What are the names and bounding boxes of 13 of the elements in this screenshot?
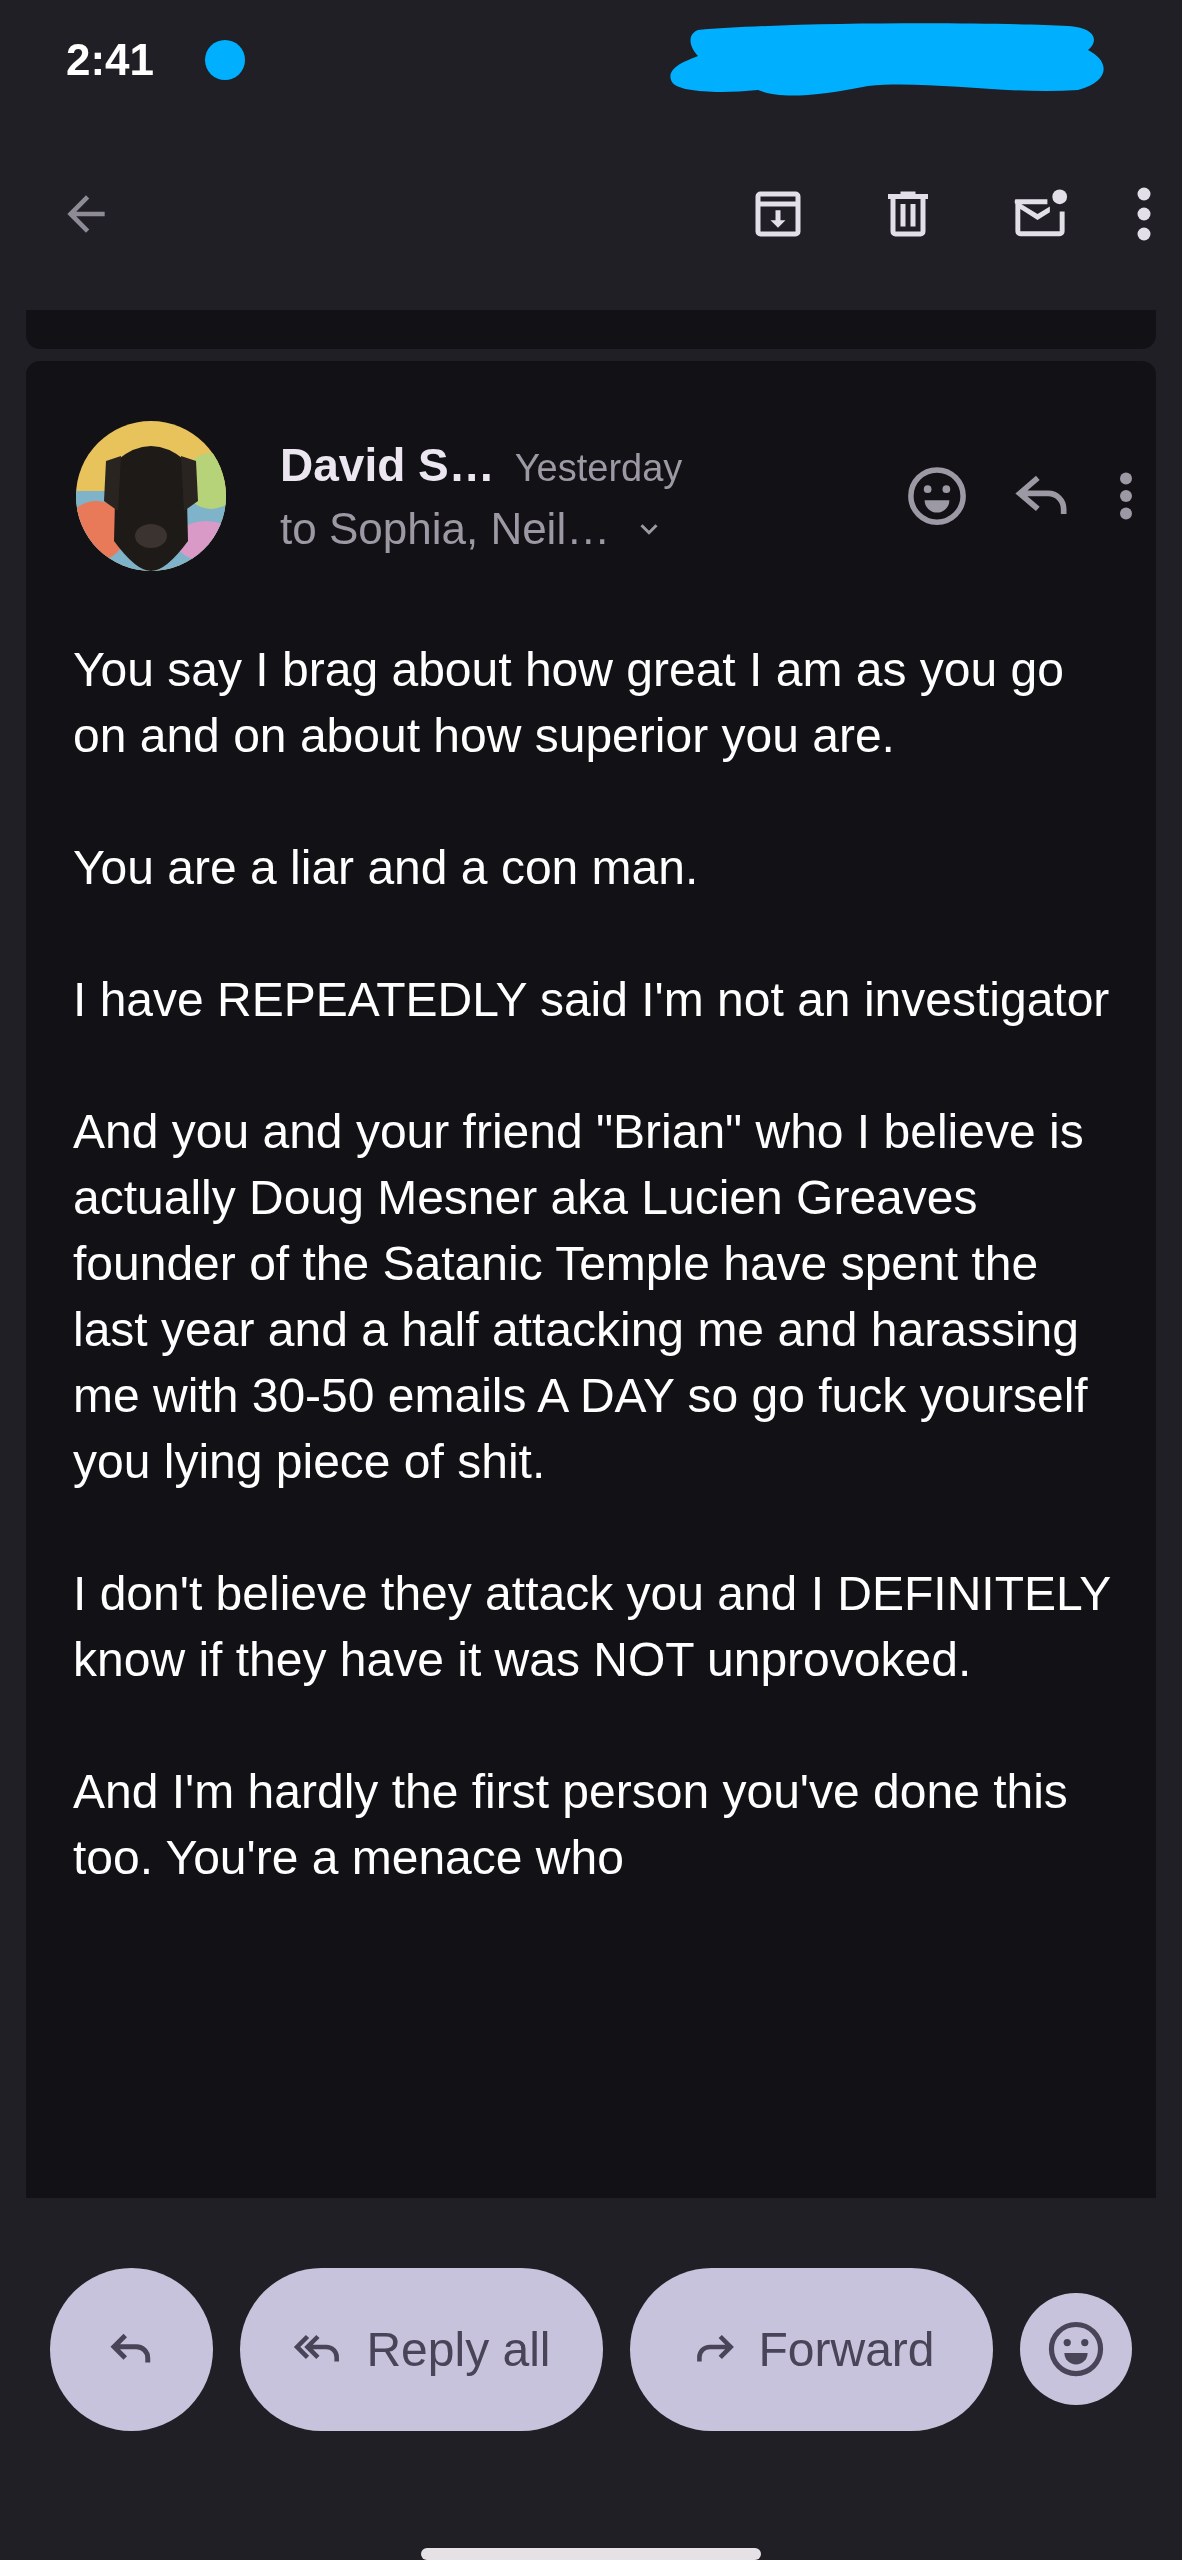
message-paragraph: And you and your friend "Brian" who I believe is actually Doug Mesner aka Lucien Greaves founder of the Satanic Temple have spent the last year and a half attacking me and harassing me with 30-50 emails A DAY so go fuck yourself you lying piece of shit. bbox=[73, 1104, 1089, 1491]
message-paragraph: You say I brag about how great I am as you go on and on about how superior you are. bbox=[73, 642, 1065, 765]
recipients[interactable]: to Sophia, Neil… bbox=[280, 504, 611, 555]
message-paragraph: You are a liar and a con man. bbox=[73, 840, 700, 897]
message-paragraph: I don't believe they attack you and I DEFINITELY know if they have it was NOT unprovoked. bbox=[73, 1566, 1112, 1689]
reply-all-button[interactable]: Reply all bbox=[240, 2267, 603, 2431]
forward-button[interactable]: Forward bbox=[630, 2267, 993, 2431]
status-time: 2:41 bbox=[66, 34, 155, 85]
redaction-mark bbox=[205, 40, 245, 80]
message-paragraph: And I'm hardly the first person you've done this too. You're a menace who bbox=[73, 1764, 1069, 1887]
sender-name: David S… bbox=[280, 438, 495, 493]
message-date: Yesterday bbox=[514, 447, 683, 491]
message-paragraph: I have REPEATEDLY said I'm not an investigator bbox=[73, 972, 1111, 1029]
